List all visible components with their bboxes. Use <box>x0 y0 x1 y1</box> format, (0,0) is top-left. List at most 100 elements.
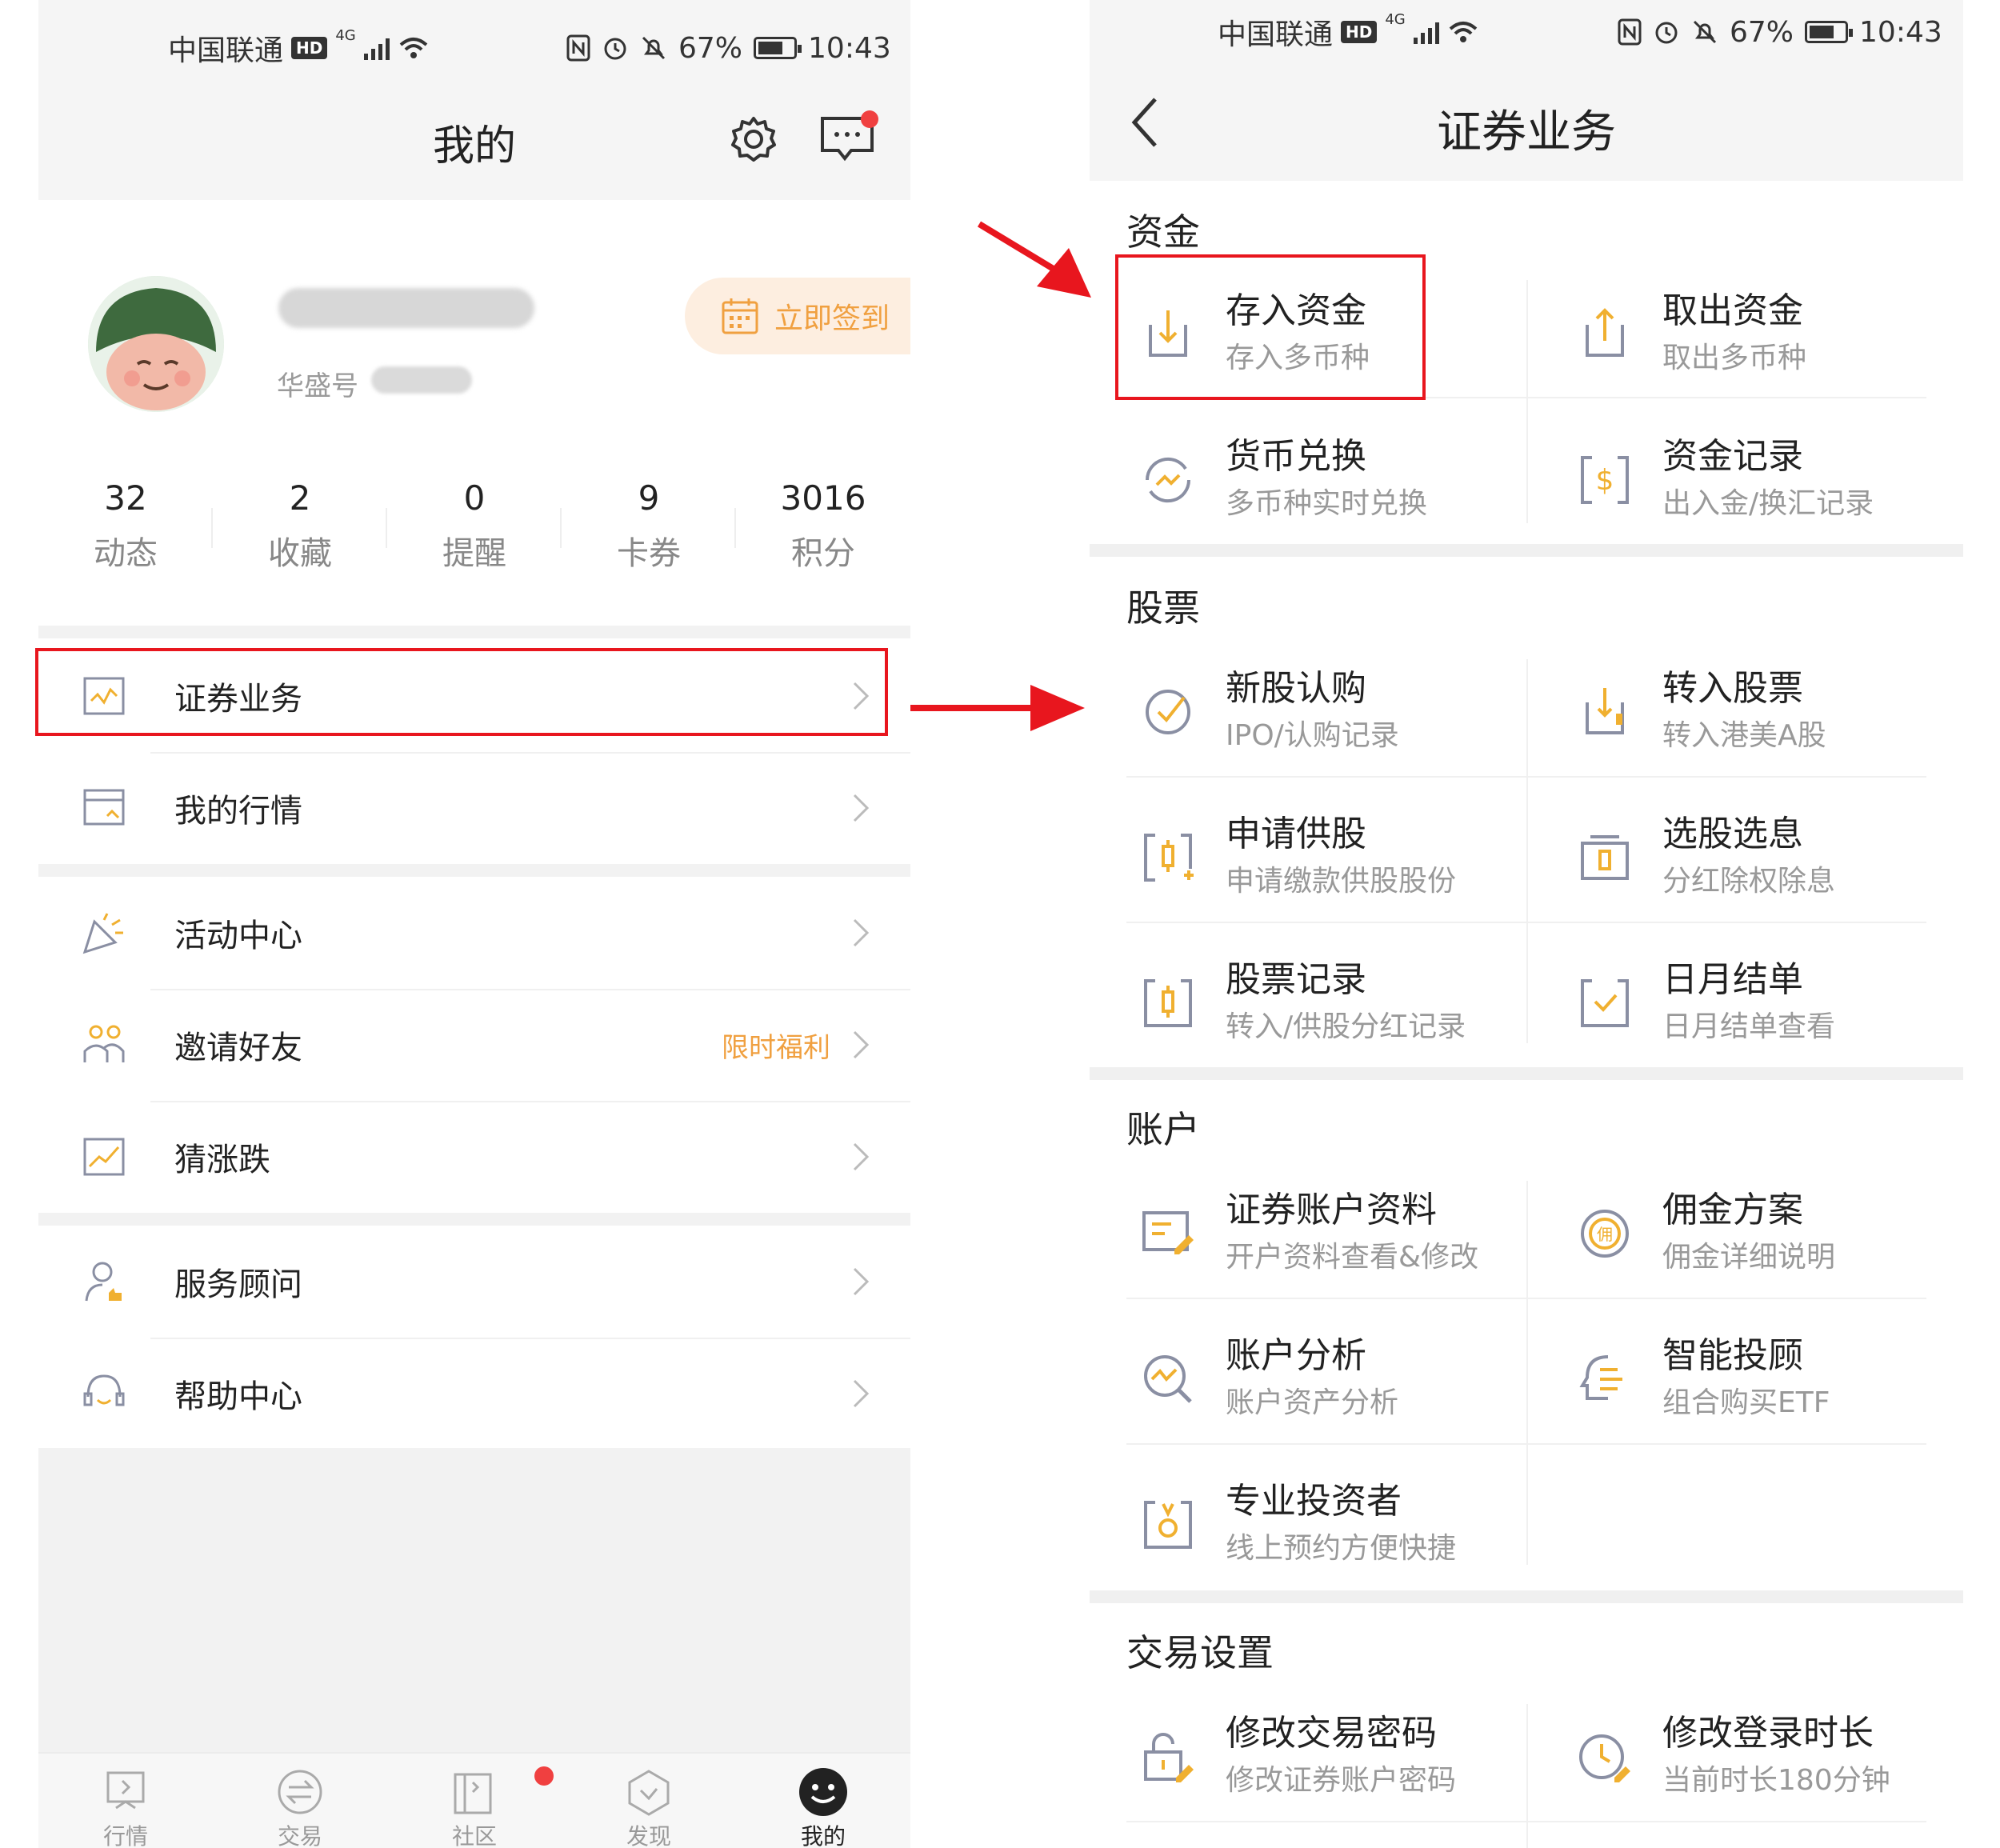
signin-button[interactable]: 立即签到 <box>685 278 910 354</box>
community-notification-dot <box>534 1766 554 1786</box>
stat-favorites[interactable]: 2 收藏 <box>213 476 387 580</box>
red-arrow-diagonal <box>977 221 1091 298</box>
chevron-right-icon <box>853 682 870 710</box>
account-id-label: 华盛号 <box>277 370 358 402</box>
avatar[interactable] <box>88 276 224 412</box>
nav-tab-quotes[interactable]: 行情 <box>38 1754 213 1848</box>
tile-subtitle: 取出多币种 <box>1662 342 1807 374</box>
stat-posts[interactable]: 32 动态 <box>38 476 213 580</box>
tile-rights-issue[interactable]: 申请供股 申请缴款供股股份 <box>1090 782 1526 928</box>
tile-subtitle: 当前时长180分钟 <box>1662 1764 1890 1797</box>
network-type: 4G <box>335 27 356 44</box>
menu-item-activity[interactable]: 活动中心 <box>38 877 910 989</box>
stat-value: 9 <box>638 478 660 518</box>
tile-title: 货币兑换 <box>1226 436 1366 477</box>
stat-reminders[interactable]: 0 提醒 <box>387 476 562 580</box>
nav-label: 我的 <box>800 1823 846 1848</box>
stat-value: 32 <box>104 478 147 518</box>
menu-item-help[interactable]: 帮助中心 <box>38 1338 910 1450</box>
status-bar-left: 中国联通 HD 4G 67% 10:43 <box>38 0 910 96</box>
nav-tab-mine[interactable]: 我的 <box>736 1754 910 1848</box>
tile-change-trade-password[interactable]: 修改交易密码 修改证券账户密码 <box>1090 1682 1526 1827</box>
nfc-icon <box>1618 18 1642 46</box>
tile-fund-records[interactable]: $ 资金记录 出入金/换汇记录 <box>1526 405 1963 550</box>
carrier-text: 中国联通 <box>168 34 284 67</box>
tile-title: 佣金方案 <box>1662 1190 1803 1230</box>
menu-item-guess[interactable]: 猜涨跌 <box>38 1101 910 1213</box>
gear-icon[interactable] <box>728 114 779 165</box>
battery-icon <box>754 37 802 59</box>
tile-deposit[interactable]: 存入资金 存入多币种 <box>1090 259 1526 405</box>
menu-item-advisor[interactable]: 服务顾问 <box>38 1226 910 1338</box>
wifi-icon <box>399 38 428 58</box>
tile-ipo[interactable]: 新股认购 IPO/认购记录 <box>1090 637 1526 782</box>
section-title-funds: 资金 <box>1126 210 1200 254</box>
menu-label: 活动中心 <box>174 918 302 954</box>
alarm-icon <box>1655 22 1678 44</box>
stat-coupons[interactable]: 9 卡券 <box>562 476 736 580</box>
tile-subtitle: 线上预约方便快捷 <box>1226 1532 1457 1565</box>
tile-title: 修改交易密码 <box>1226 1713 1437 1754</box>
party-icon <box>82 913 123 954</box>
tile-subtitle: 佣金详细说明 <box>1662 1241 1836 1274</box>
chevron-right-icon <box>853 918 870 947</box>
tile-subtitle: 组合购买ETF <box>1662 1386 1830 1419</box>
tile-subtitle: 转入港美A股 <box>1662 719 1826 752</box>
tile-account-profile[interactable]: 证券账户资料 开户资料查看&修改 <box>1090 1158 1526 1304</box>
section-title-account: 账户 <box>1126 1108 1200 1151</box>
tile-login-duration[interactable]: 修改登录时长 当前时长180分钟 <box>1526 1682 1963 1827</box>
bottom-nav: 行情 交易 社区 发现 我的 <box>38 1752 910 1848</box>
stat-value: 2 <box>289 478 311 518</box>
limited-offer-badge: 限时福利 <box>722 1031 830 1064</box>
menu-item-my-quotes[interactable]: 我的行情 <box>38 752 910 864</box>
nav-tab-trade[interactable]: 交易 <box>213 1754 387 1848</box>
profile-tab-icon <box>799 1768 847 1816</box>
tile-robo-advisor[interactable]: 智能投顾 组合购买ETF <box>1526 1304 1963 1450</box>
section-title-trade-settings: 交易设置 <box>1126 1631 1274 1674</box>
menu-item-invite[interactable]: 邀请好友 限时福利 <box>38 989 910 1101</box>
tile-statements[interactable]: 日月结单 日月结单查看 <box>1526 928 1963 1074</box>
nav-tab-discover[interactable]: 发现 <box>562 1754 736 1848</box>
rights-issue-icon <box>1144 834 1194 882</box>
headset-icon <box>83 1374 125 1406</box>
tile-professional-investor[interactable]: 专业投资者 线上预约方便快捷 <box>1090 1450 1526 1595</box>
hd-badge: HD <box>1341 21 1378 43</box>
chevron-right-icon <box>853 1267 870 1296</box>
section-gap <box>1090 1067 1963 1080</box>
menu-label: 邀请好友 <box>174 1030 302 1066</box>
tile-account-analysis[interactable]: 账户分析 账户资产分析 <box>1090 1304 1526 1450</box>
menu-label: 帮助中心 <box>174 1378 302 1415</box>
tile-stock-records[interactable]: 股票记录 转入/供股分红记录 <box>1090 928 1526 1074</box>
commission-icon: 佣 <box>1581 1210 1629 1258</box>
tile-subtitle: 转入/供股分红记录 <box>1226 1010 1466 1043</box>
tile-title: 申请供股 <box>1226 814 1366 854</box>
exchange-icon <box>1145 457 1191 503</box>
nav-tab-community[interactable]: 社区 <box>387 1754 562 1848</box>
signin-label: 立即签到 <box>774 302 890 335</box>
advisor-icon <box>85 1262 122 1302</box>
menu-label: 我的行情 <box>174 793 302 830</box>
robo-advisor-icon <box>1579 1355 1622 1400</box>
menu-label: 服务顾问 <box>174 1266 302 1303</box>
quotes-tab-icon <box>106 1771 145 1810</box>
tile-currency-exchange[interactable]: 货币兑换 多币种实时兑换 <box>1090 405 1526 550</box>
battery-icon <box>1805 21 1854 43</box>
section-title-stocks: 股票 <box>1126 586 1200 630</box>
tile-transfer-stock[interactable]: 转入股票 转入港美A股 <box>1526 637 1963 782</box>
stat-value: 3016 <box>780 478 866 518</box>
tile-title: 资金记录 <box>1662 436 1803 477</box>
tile-title: 证券账户资料 <box>1226 1190 1437 1230</box>
stat-points[interactable]: 3016 积分 <box>736 476 910 580</box>
red-arrow-right <box>910 685 1085 731</box>
tile-commission[interactable]: 佣 佣金方案 佣金详细说明 <box>1526 1158 1963 1304</box>
left-screen: 中国联通 HD 4G 67% 10:43 我的 华盛号 立即签到 32 动态 2 收… <box>38 0 910 1848</box>
carrier-text: 中国联通 <box>1218 18 1334 51</box>
tile-dividend-election[interactable]: 选股选息 分红除权除息 <box>1526 782 1963 928</box>
nav-label: 发现 <box>626 1823 671 1848</box>
menu-item-securities[interactable]: 证券业务 <box>38 640 910 752</box>
svg-text:$: $ <box>1596 464 1614 497</box>
tile-withdraw[interactable]: 取出资金 取出多币种 <box>1526 259 1963 405</box>
tile-subtitle: 多币种实时兑换 <box>1226 487 1428 520</box>
stat-label: 提醒 <box>442 535 506 572</box>
chevron-right-icon <box>853 1142 870 1171</box>
